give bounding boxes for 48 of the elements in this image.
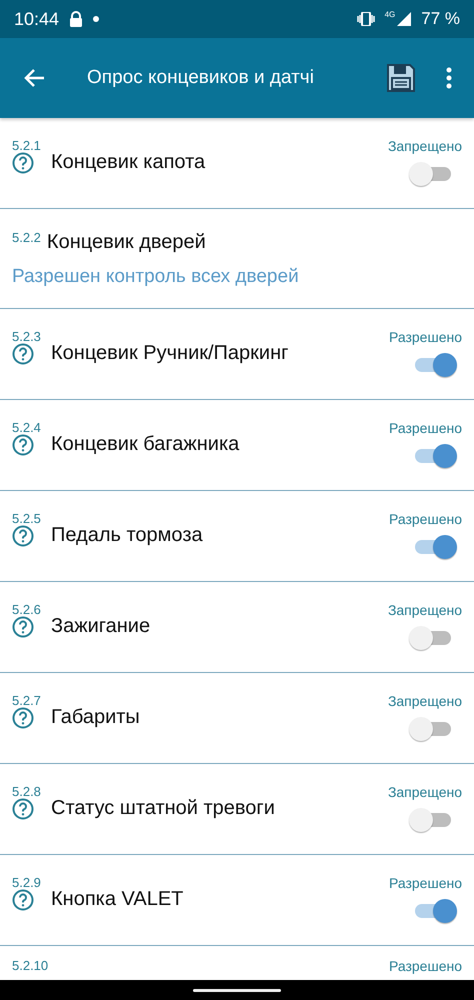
item-value[interactable]: Разрешен контроль всех дверей: [12, 266, 462, 288]
toolbar-title: Опрос концевиков и датчі: [87, 67, 315, 89]
help-icon[interactable]: [12, 888, 34, 910]
item-title: Концевик Ручник/Паркинг: [51, 342, 288, 365]
dot-icon: [93, 16, 100, 22]
help-icon[interactable]: [12, 616, 34, 638]
item-number: 5.2.4: [12, 420, 42, 435]
status-label: Запрещено: [388, 602, 462, 618]
status-label: Запрещено: [388, 784, 462, 800]
status-label: Разрешено: [388, 420, 462, 436]
network-label: 4G: [384, 10, 396, 19]
item-number: 5.2.3: [12, 329, 42, 344]
signal-icon: [397, 12, 412, 26]
item-number: 5.2.2: [12, 230, 41, 245]
item-title: Педаль тормоза: [51, 524, 203, 547]
item-number: 5.2.1: [12, 138, 42, 153]
status-label: Запрещено: [388, 693, 462, 709]
item-title: Кнопка VALET: [51, 888, 184, 911]
item-title: Статус штатной тревоги: [51, 797, 275, 820]
item-title: Концевик багажника: [51, 433, 240, 456]
status-label: Разрешено: [388, 958, 462, 974]
item-title: Концевик дверей: [46, 231, 206, 254]
help-icon[interactable]: [12, 342, 34, 364]
item-title: Зажигание: [51, 615, 150, 638]
help-icon[interactable]: [12, 152, 34, 174]
item-number: 5.2.6: [12, 602, 42, 617]
item-number: 5.2.5: [12, 511, 42, 526]
vibrate-icon: [356, 12, 375, 26]
home-handle[interactable]: [193, 988, 281, 992]
help-icon[interactable]: [12, 524, 34, 546]
status-label: Запрещено: [388, 138, 462, 154]
status-label: Разрешено: [388, 875, 462, 891]
status-label: Разрешено: [388, 511, 462, 527]
more-icon[interactable]: [446, 67, 452, 89]
status-label: Разрешено: [388, 329, 462, 345]
help-icon[interactable]: [12, 434, 34, 456]
back-icon[interactable]: [23, 68, 45, 88]
clock: 10:44: [14, 8, 60, 30]
item-number: 5.2.7: [12, 693, 42, 708]
battery-label: 77 %: [421, 9, 460, 29]
help-icon[interactable]: [12, 706, 34, 728]
item-title: Концевик капота: [51, 151, 206, 174]
lock-icon: [69, 11, 84, 27]
item-number: 5.2.10: [12, 958, 48, 973]
item-number: 5.2.8: [12, 784, 42, 799]
item-number: 5.2.9: [12, 875, 42, 890]
help-icon[interactable]: [12, 798, 34, 820]
item-title: Габариты: [51, 706, 140, 729]
